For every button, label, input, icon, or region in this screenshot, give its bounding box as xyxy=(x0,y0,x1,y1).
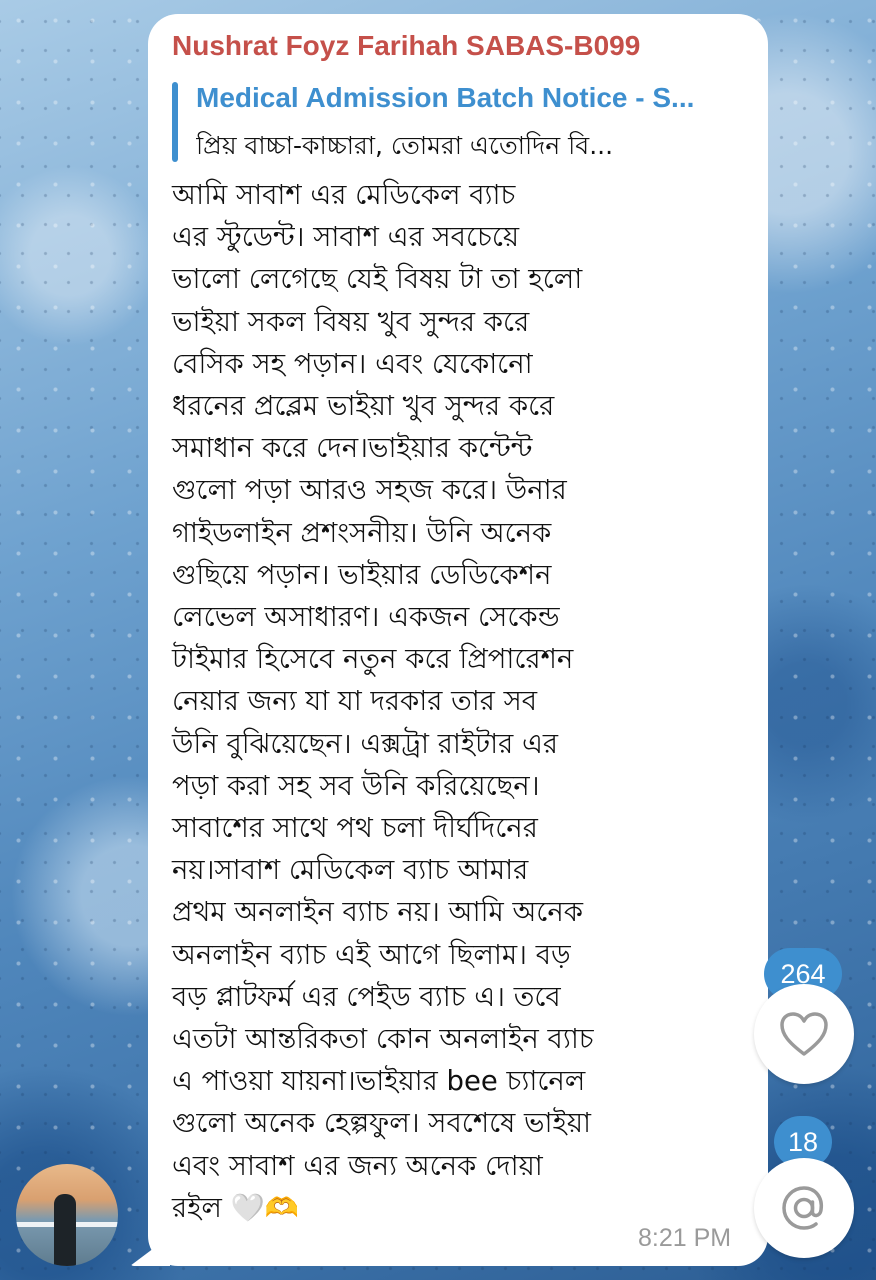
like-button[interactable] xyxy=(754,984,854,1084)
reply-preview: প্রিয় বাচ্চা-কাচ্চারা, তোমরা এতোদিন বি.… xyxy=(196,131,614,160)
avatar-photo-person xyxy=(54,1194,76,1266)
mention-button[interactable] xyxy=(754,1158,854,1258)
message-text: আমি সাবাশ এর মেডিকেল ব্যাচ এর স্টুডেন্ট।… xyxy=(172,179,594,1224)
message-time: 8:21 PM xyxy=(638,1224,732,1252)
reply-quote[interactable]: Medical Admission Batch Notice - S... প্… xyxy=(172,80,742,162)
at-sign-icon xyxy=(782,1186,824,1230)
sender-name[interactable]: Nushrat Foyz Farihah SABAS-B099 xyxy=(172,30,640,62)
reply-title: Medical Admission Batch Notice - S... xyxy=(196,82,695,113)
heart-outline-icon xyxy=(780,1012,828,1056)
reply-accent-bar xyxy=(172,82,178,162)
sender-avatar[interactable] xyxy=(16,1164,118,1266)
